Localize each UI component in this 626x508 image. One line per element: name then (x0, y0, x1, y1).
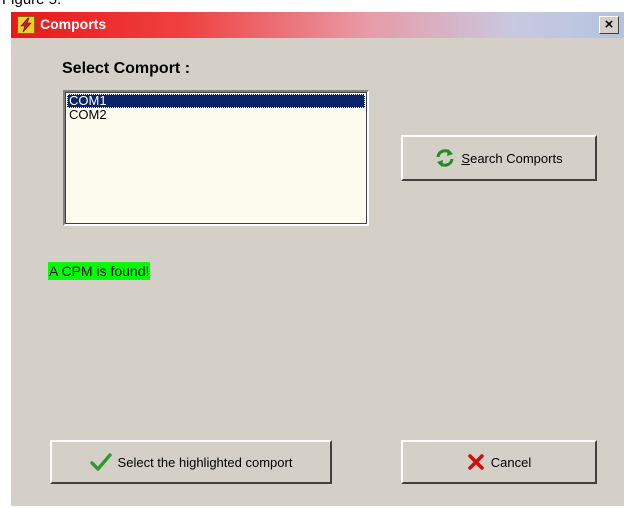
select-comport-label: Select Comport : (62, 60, 191, 77)
cancel-label: Cancel (490, 454, 532, 470)
cancel-button[interactable]: Cancel (401, 440, 597, 484)
window-title: Comports (40, 16, 107, 32)
search-comports-label: Search Comports (461, 150, 563, 166)
title-bar[interactable]: Comports × (11, 12, 624, 38)
lightning-icon (17, 16, 35, 34)
select-comport-button[interactable]: Select the highlighted comport (50, 440, 332, 484)
comport-listbox[interactable]: COM1 COM2 (63, 90, 369, 226)
close-button[interactable]: × (599, 16, 619, 34)
checkmark-icon (89, 453, 112, 471)
select-comport-label: Select the highlighted comport (117, 454, 293, 470)
close-icon: × (604, 16, 614, 33)
comport-list-item-com1[interactable]: COM1 (67, 94, 365, 108)
x-icon (467, 454, 484, 470)
comports-dialog: Comports × Select Comport : COM1 COM2 Se… (11, 12, 624, 506)
search-comports-button[interactable]: Search Comports (401, 135, 597, 181)
refresh-icon (436, 149, 454, 167)
status-message: A CPM is found! (48, 262, 151, 280)
figure-caption: Figure 5. (2, 0, 61, 8)
comport-list-item-com2[interactable]: COM2 (67, 108, 365, 122)
